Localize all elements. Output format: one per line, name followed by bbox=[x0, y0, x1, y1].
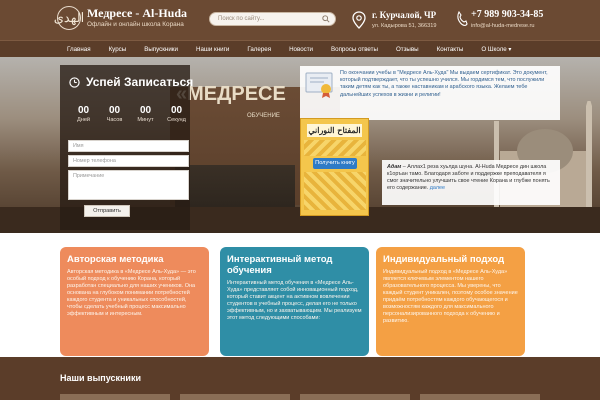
signup-title: Успей Записаться bbox=[86, 75, 194, 89]
certificate-icon bbox=[305, 72, 333, 98]
countdown-seconds-value: 00 bbox=[170, 105, 183, 116]
logo[interactable]: الهدى bbox=[54, 6, 84, 30]
feature-card-title: Интерактивный метод обучения bbox=[227, 254, 333, 276]
email-address[interactable]: info@al-huda-medrese.ru bbox=[471, 23, 535, 29]
graduate-photo[interactable] bbox=[420, 394, 540, 400]
nav-item-faq[interactable]: Вопросы ответы bbox=[331, 46, 378, 53]
graduate-photo[interactable] bbox=[60, 394, 170, 400]
get-book-button[interactable]: Получить книгу bbox=[313, 158, 357, 169]
certificate-text: По окончании учебы в "Медресе Аль-Худа" … bbox=[340, 70, 548, 98]
search-placeholder: Поиск по сайту... bbox=[218, 16, 265, 22]
countdown-hours-label: Часов bbox=[106, 117, 123, 123]
map-pin-icon bbox=[352, 11, 366, 29]
name-field[interactable]: Имя bbox=[68, 140, 189, 152]
countdown: 00 Дней 00 Часов 00 Минут 00 Секунд bbox=[68, 105, 192, 123]
clock-icon bbox=[69, 76, 80, 88]
testimonial-text: Адам – Аллах1 реза хуьлда шуна. Al-Huda … bbox=[387, 164, 557, 192]
search-icon[interactable] bbox=[322, 15, 330, 23]
graduate-photo[interactable] bbox=[300, 394, 410, 400]
graduate-photo[interactable] bbox=[180, 394, 290, 400]
feature-card-text: Индивидуальный подход в «Медресе Аль-Худ… bbox=[383, 269, 518, 324]
svg-text:ОБУЧЕНИЕ: ОБУЧЕНИЕ bbox=[247, 113, 280, 119]
countdown-days-label: Дней bbox=[76, 117, 91, 123]
countdown-minutes-label: Минут bbox=[137, 117, 154, 123]
graduates-title: Наши выпускники bbox=[60, 373, 141, 383]
search-input[interactable]: Поиск по сайту... bbox=[209, 12, 336, 26]
main-nav: Главная Курсы Выпускники Наши книги Гале… bbox=[0, 40, 600, 57]
city: г. Курчалой, ЧР bbox=[372, 10, 437, 20]
site-header: الهدى Медресе - Al-Huda Офлайн и онлайн … bbox=[0, 0, 600, 40]
feature-card-individual: Индивидуальный подход Индивидуальный под… bbox=[376, 247, 525, 356]
phone-number[interactable]: +7 989 903-34-85 bbox=[471, 9, 543, 20]
building-sign: «МЕДРЕСЕ bbox=[176, 83, 286, 105]
nav-item-gallery[interactable]: Галерея bbox=[247, 46, 271, 53]
countdown-days-value: 00 bbox=[77, 105, 90, 116]
signup-header: Успей Записаться bbox=[69, 75, 193, 89]
site-title[interactable]: Медресе - Al-Huda bbox=[87, 6, 187, 20]
countdown-minutes-value: 00 bbox=[139, 105, 152, 116]
countdown-seconds-label: Секунд bbox=[167, 117, 186, 123]
feature-card-title: Индивидуальный подход bbox=[383, 254, 505, 265]
book-pattern-top bbox=[304, 140, 366, 156]
book-pattern-bottom bbox=[304, 172, 366, 210]
countdown-hours: 00 Часов bbox=[99, 105, 130, 123]
testimonial-more-link[interactable]: далее bbox=[430, 185, 445, 191]
testimonial-author: Адам bbox=[387, 164, 402, 170]
site-subtitle: Офлайн и онлайн школа Корана bbox=[87, 21, 184, 28]
countdown-hours-value: 00 bbox=[108, 105, 121, 116]
testimonial-body: – Аллах1 реза хуьлда шуна. Al-Huda Медре… bbox=[387, 164, 550, 191]
brand: Медресе - Al-Huda Офлайн и онлайн школа … bbox=[87, 6, 187, 30]
feature-card-text: Интерактивный метод обучения в «Медресе … bbox=[227, 280, 362, 321]
street-address: ул. Кадырова 51, 366319 bbox=[372, 23, 437, 29]
book-title: المفتاح النوراني bbox=[307, 124, 362, 137]
feature-card-title: Авторская методика bbox=[67, 254, 164, 265]
countdown-minutes: 00 Минут bbox=[130, 105, 161, 123]
feature-card-interactive: Интерактивный метод обучения Интерактивн… bbox=[220, 247, 369, 356]
note-field[interactable]: Примечание bbox=[68, 170, 189, 200]
countdown-days: 00 Дней bbox=[68, 105, 99, 123]
nav-item-contacts[interactable]: Контакты bbox=[437, 46, 464, 53]
nav-item-about[interactable]: О Школе ▾ bbox=[481, 46, 511, 53]
countdown-seconds: 00 Секунд bbox=[161, 105, 192, 123]
nav-item-graduates[interactable]: Выпускники bbox=[144, 46, 178, 53]
building-sign-small: ОБУЧЕНИЕ bbox=[247, 113, 280, 119]
feature-card-text: Авторская методика в «Медресе Аль-Худа» … bbox=[67, 269, 196, 317]
nav-item-courses[interactable]: Курсы bbox=[109, 46, 127, 53]
submit-button[interactable]: Отправить bbox=[84, 205, 130, 217]
nav-item-books[interactable]: Наши книги bbox=[196, 46, 229, 53]
nav-item-news[interactable]: Новости bbox=[289, 46, 313, 53]
feature-card-author-method: Авторская методика Авторская методика в … bbox=[60, 247, 209, 356]
phone-field[interactable]: Номер телефона bbox=[68, 155, 189, 167]
nav-item-reviews[interactable]: Отзывы bbox=[396, 46, 419, 53]
phone-icon bbox=[457, 11, 468, 26]
nav-item-about-label: О Школе bbox=[481, 45, 507, 53]
nav-item-home[interactable]: Главная bbox=[67, 46, 91, 53]
